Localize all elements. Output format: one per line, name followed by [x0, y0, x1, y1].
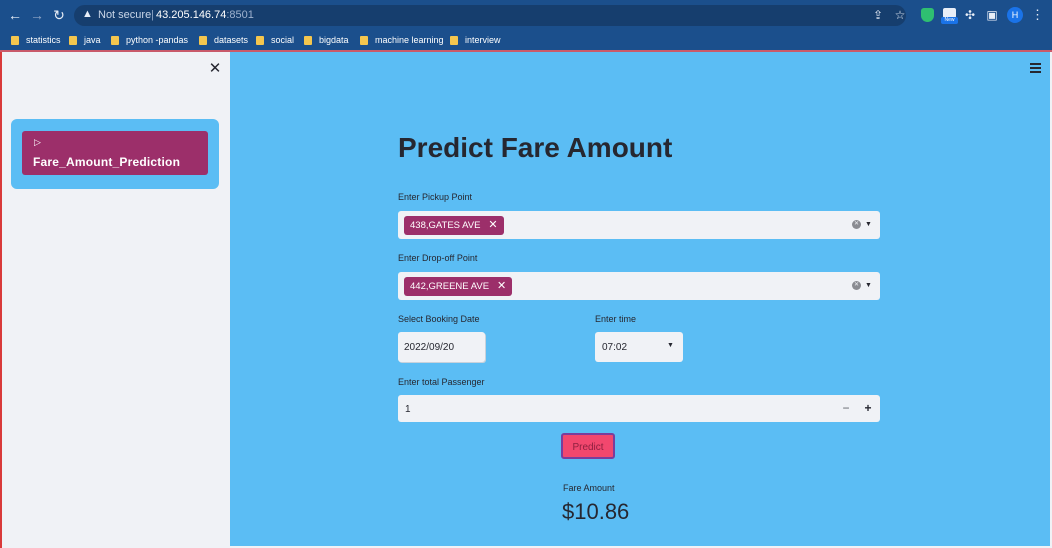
bookmark-item[interactable]: datasets: [199, 33, 248, 47]
warning-icon: ▲: [82, 8, 93, 20]
dropoff-chip: 442,GREENE AVE ✕: [404, 277, 513, 296]
folder-icon: [199, 35, 207, 45]
url-port: :8501: [226, 9, 254, 21]
forward-icon[interactable]: →: [28, 6, 46, 24]
address-separator: |: [151, 9, 154, 21]
profile-avatar[interactable]: H: [1007, 7, 1023, 23]
back-icon[interactable]: ←: [6, 6, 24, 24]
folder-icon: [256, 35, 264, 45]
bookmark-item[interactable]: python -pandas: [111, 33, 188, 47]
pickup-label: Enter Pickup Point: [398, 192, 473, 202]
bookmark-label: datasets: [214, 35, 249, 45]
shield-extension-icon[interactable]: [921, 8, 934, 22]
browser-toolbar: ← → ↻ ▲ Not secure | 43.205.146.74:8501 …: [0, 0, 1052, 30]
folder-icon: [111, 35, 119, 45]
clear-icon[interactable]: ✕: [852, 281, 861, 290]
remove-chip-icon[interactable]: ✕: [497, 281, 506, 292]
hamburger-menu-icon[interactable]: [1030, 63, 1041, 73]
bookmark-label: bigdata: [319, 35, 349, 45]
kebab-menu-icon[interactable]: ⋮: [1031, 7, 1044, 23]
fare-amount-value: $10.86: [562, 499, 630, 524]
increment-button[interactable]: +: [861, 401, 875, 415]
sidebar-nav-card: ▷ Fare_Amount_Prediction: [11, 119, 219, 189]
sidebar: ✕ ▷ Fare_Amount_Prediction: [0, 52, 230, 548]
chevron-down-icon: ▼: [667, 342, 674, 349]
reload-icon[interactable]: ↻: [50, 6, 68, 24]
bookmark-item[interactable]: bigdata: [304, 33, 349, 47]
booking-date-label: Select Booking Date: [398, 314, 480, 324]
bookmark-label: machine learning: [375, 35, 444, 45]
pickup-chip: 438,GATES AVE ✕: [404, 216, 504, 235]
bookmark-label: java: [84, 35, 101, 45]
pickup-chip-label: 438,GATES AVE: [410, 220, 481, 231]
star-icon[interactable]: ☆: [893, 8, 907, 22]
clear-icon[interactable]: ✕: [852, 220, 861, 229]
folder-icon: [360, 35, 368, 45]
bookmark-item[interactable]: statistics: [11, 33, 61, 47]
decrement-button[interactable]: −: [839, 401, 853, 415]
url-host: 43.205.146.74: [156, 9, 227, 21]
bookmark-label: social: [271, 35, 295, 45]
close-icon[interactable]: ✕: [208, 61, 222, 76]
dropoff-chip-label: 442,GREENE AVE: [410, 281, 490, 292]
booking-date-input[interactable]: 2022/09/20: [398, 332, 485, 362]
time-value: 07:02: [602, 342, 628, 353]
main-content: Predict Fare Amount Enter Pickup Point 4…: [230, 52, 1050, 546]
folder-icon: [11, 35, 19, 45]
folder-icon: [304, 35, 312, 45]
bookmark-label: interview: [465, 35, 501, 45]
bookmark-item[interactable]: interview: [450, 33, 501, 47]
chevron-down-icon[interactable]: ▼: [865, 219, 872, 231]
remove-chip-icon[interactable]: ✕: [488, 220, 497, 231]
page-title: Predict Fare Amount: [398, 132, 673, 163]
predict-button[interactable]: Predict: [561, 433, 615, 459]
extension-new-badge: New: [941, 17, 958, 24]
share-icon[interactable]: ⇪: [871, 8, 885, 22]
folder-icon: [69, 35, 77, 45]
bookmark-label: python -pandas: [126, 35, 189, 45]
bookmark-label: statistics: [26, 35, 61, 45]
bookmark-item[interactable]: machine learning: [360, 33, 444, 47]
bookmarks-bar: statistics java python -pandas datasets …: [0, 30, 1052, 50]
url-text[interactable]: 43.205.146.74:8501: [156, 9, 254, 21]
booking-date-value: 2022/09/20: [404, 342, 455, 353]
fare-amount-label: Fare Amount: [563, 483, 615, 493]
sidebar-item-fare-amount-prediction[interactable]: ▷ Fare_Amount_Prediction: [22, 131, 208, 175]
sidebar-item-label: Fare_Amount_Prediction: [33, 155, 181, 169]
chevron-down-icon[interactable]: ▼: [865, 280, 872, 292]
passenger-value: 1: [405, 404, 411, 415]
new-extension-icon[interactable]: New: [941, 8, 958, 24]
address-bar[interactable]: ▲ Not secure | 43.205.146.74:8501: [74, 5, 906, 26]
time-label: Enter time: [595, 314, 637, 324]
bookmark-item[interactable]: java: [69, 33, 101, 47]
dropoff-label: Enter Drop-off Point: [398, 253, 478, 263]
pickup-multiselect[interactable]: 438,GATES AVE ✕ ✕ ▼: [398, 211, 880, 239]
bookmark-item[interactable]: social: [256, 33, 294, 47]
time-select[interactable]: 07:02 ▼: [595, 332, 683, 362]
passenger-number-input[interactable]: 1 − +: [398, 395, 880, 422]
security-status: Not secure: [98, 9, 152, 21]
puzzle-icon[interactable]: ✣: [963, 8, 977, 22]
sidepanel-icon[interactable]: ▣: [985, 8, 999, 22]
dropoff-multiselect[interactable]: 442,GREENE AVE ✕ ✕ ▼: [398, 272, 880, 300]
caret-right-icon: ▷: [34, 137, 41, 147]
folder-icon: [450, 35, 458, 45]
passenger-label: Enter total Passenger: [398, 377, 485, 387]
